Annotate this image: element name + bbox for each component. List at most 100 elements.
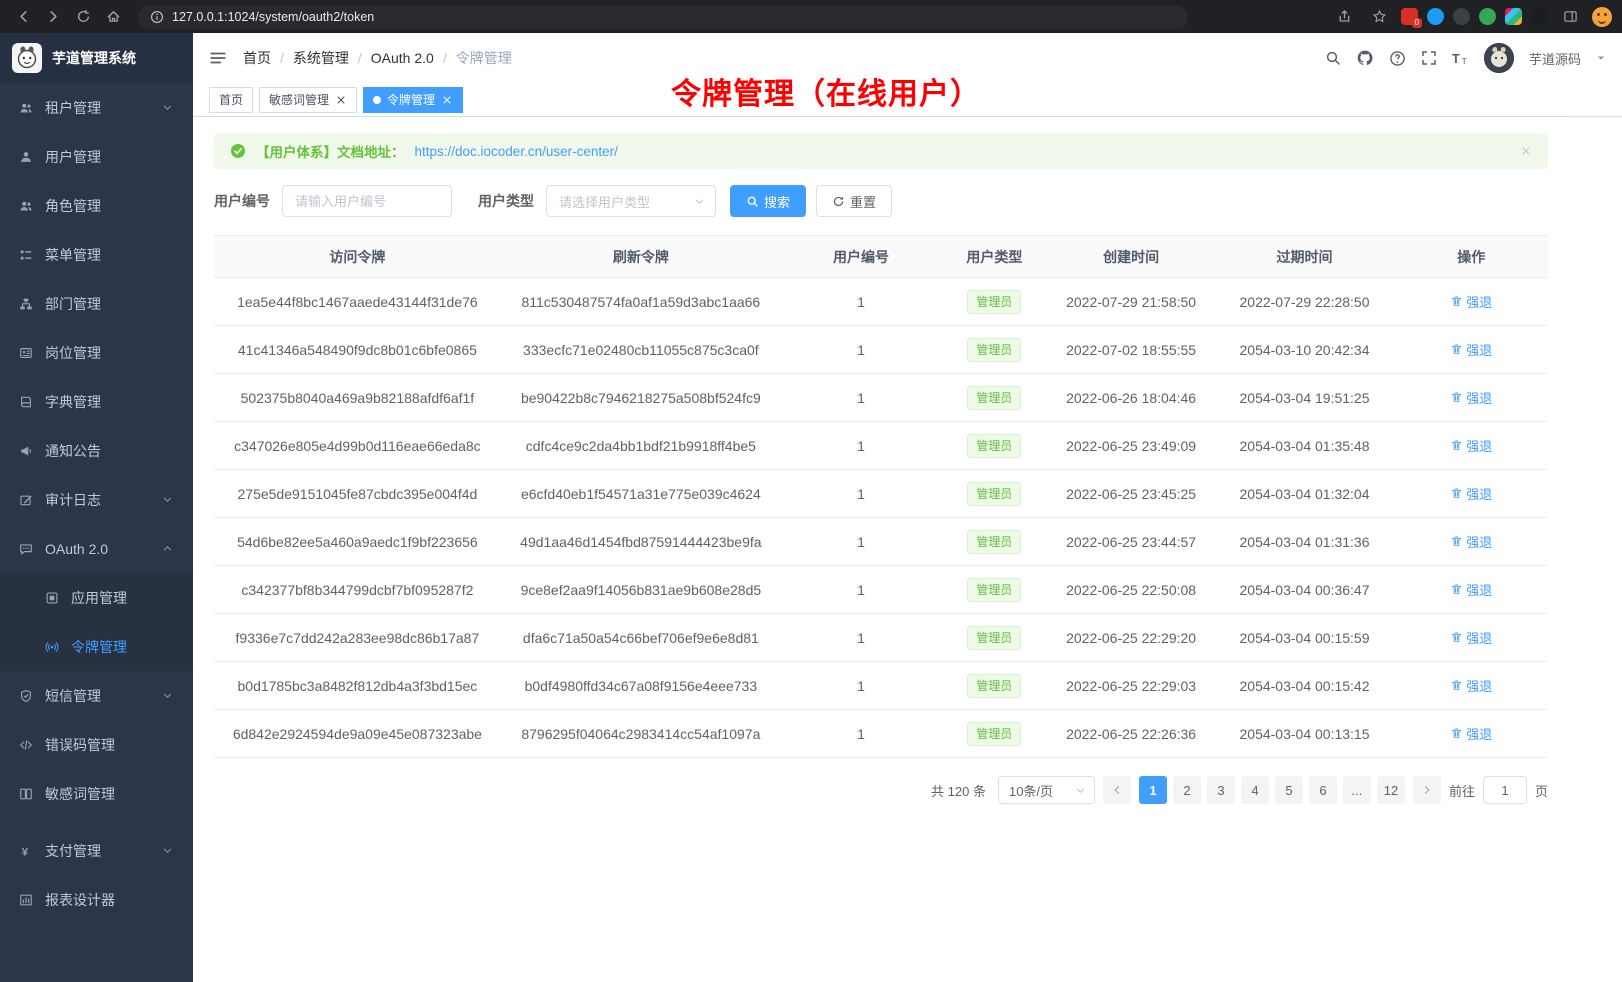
sidebar-item-menu[interactable]: 菜单管理 — [0, 230, 193, 279]
sidebar-item-oauth2-app[interactable]: 应用管理 — [0, 573, 193, 622]
force-logout-button[interactable]: 强退 — [1450, 580, 1492, 599]
extension-icon-black[interactable] — [1531, 8, 1548, 25]
doc-link[interactable]: https://doc.iocoder.cn/user-center/ — [415, 144, 618, 159]
doc-alert: 【用户体系】文档地址： https://doc.iocoder.cn/user-… — [214, 133, 1548, 169]
user-avatar[interactable] — [1484, 43, 1514, 73]
pagination: 共 120 条 10条/页 123456...12 前往 页 — [214, 776, 1548, 804]
force-logout-button[interactable]: 强退 — [1450, 724, 1492, 743]
forward-icon[interactable] — [40, 4, 66, 30]
side-panel-icon[interactable] — [1557, 4, 1583, 30]
edit-icon — [18, 493, 34, 507]
goto-page-input[interactable] — [1483, 776, 1527, 804]
extension-icon-blue[interactable] — [1427, 8, 1444, 25]
caret-down-icon[interactable] — [1596, 53, 1606, 63]
user-type-badge: 管理员 — [967, 722, 1021, 746]
tab-label: 敏感词管理 — [269, 91, 329, 108]
created-time-cell: 2022-06-26 18:04:46 — [1048, 374, 1215, 422]
app-icon — [44, 591, 60, 605]
tab-sensitive-word[interactable]: 敏感词管理 — [259, 87, 357, 113]
font-size-icon[interactable]: TT — [1452, 50, 1469, 67]
reload-icon[interactable] — [70, 4, 96, 30]
force-logout-button[interactable]: 强退 — [1450, 340, 1492, 359]
table-row: 41c41346a548490f9dc8b01c6bfe0865 333ecfc… — [214, 326, 1548, 374]
tab-close-icon[interactable] — [441, 94, 453, 106]
sidebar-item-oauth2[interactable]: OAuth 2.0 — [0, 524, 193, 573]
page-size-select[interactable]: 10条/页 — [998, 776, 1095, 804]
trash-icon — [1450, 631, 1463, 644]
refresh-token-cell: b0df4980ffd34c67a08f9156e4eee733 — [501, 662, 781, 710]
sidebar-item-role[interactable]: 角色管理 — [0, 181, 193, 230]
sidebar-item-dict[interactable]: 字典管理 — [0, 377, 193, 426]
page-button[interactable]: 5 — [1275, 776, 1303, 804]
sidebar-item-error-code[interactable]: 错误码管理 — [0, 720, 193, 769]
github-icon[interactable] — [1356, 49, 1374, 67]
tab-close-icon[interactable] — [335, 94, 347, 106]
reset-button[interactable]: 重置 — [816, 185, 892, 217]
sidebar-item-sms[interactable]: 短信管理 — [0, 671, 193, 720]
sidebar-item-oauth2-token[interactable]: 令牌管理 — [0, 622, 193, 671]
page-button[interactable]: 12 — [1377, 776, 1405, 804]
force-logout-button[interactable]: 强退 — [1450, 436, 1492, 455]
extension-icon-dark[interactable] — [1453, 8, 1470, 25]
sidebar-item-notice[interactable]: 通知公告 — [0, 426, 193, 475]
prev-page-button[interactable] — [1103, 776, 1131, 804]
address-bar[interactable]: 127.0.0.1:1024/system/oauth2/token — [138, 5, 1188, 29]
sidebar-item-user[interactable]: 用户管理 — [0, 132, 193, 181]
tab-token[interactable]: 令牌管理 — [363, 87, 463, 113]
sidebar-item-tenant[interactable]: 租户管理 — [0, 83, 193, 132]
sidebar-item-label: 应用管理 — [71, 588, 127, 608]
force-logout-button[interactable]: 强退 — [1450, 628, 1492, 647]
force-logout-button[interactable]: 强退 — [1450, 532, 1492, 551]
site-info-icon[interactable] — [150, 10, 164, 24]
help-icon[interactable] — [1389, 50, 1406, 67]
search-button[interactable]: 搜索 — [730, 185, 806, 217]
page-button[interactable]: 1 — [1139, 776, 1167, 804]
sidebar-item-dept[interactable]: 部门管理 — [0, 279, 193, 328]
trash-icon — [1450, 583, 1463, 596]
extension-icon-red[interactable]: 0 — [1401, 8, 1418, 25]
page-button[interactable]: 3 — [1207, 776, 1235, 804]
extension-icon-green[interactable] — [1479, 8, 1496, 25]
sidebar-item-pay[interactable]: ¥ 支付管理 — [0, 826, 193, 875]
search-icon[interactable] — [1325, 50, 1341, 66]
share-icon[interactable] — [1331, 4, 1357, 30]
force-logout-button[interactable]: 强退 — [1450, 484, 1492, 503]
force-logout-button[interactable]: 强退 — [1450, 388, 1492, 407]
bookmark-star-icon[interactable] — [1366, 4, 1392, 30]
extension-icon-multicolor[interactable] — [1505, 8, 1522, 25]
user-id-input[interactable] — [282, 185, 452, 217]
table-row: c347026e805e4d99b0d116eae66eda8c cdfc4ce… — [214, 422, 1548, 470]
sidebar-item-post[interactable]: 岗位管理 — [0, 328, 193, 377]
page-button[interactable]: 6 — [1309, 776, 1337, 804]
page-button[interactable]: 2 — [1173, 776, 1201, 804]
sidebar-item-report-designer[interactable]: 报表设计器 — [0, 875, 193, 924]
user-name[interactable]: 芋道源码 — [1529, 49, 1581, 68]
home-icon[interactable] — [100, 4, 126, 30]
alert-close-icon[interactable] — [1520, 145, 1532, 157]
user-type-badge: 管理员 — [967, 674, 1021, 698]
force-logout-button[interactable]: 强退 — [1450, 676, 1492, 695]
back-icon[interactable] — [10, 4, 36, 30]
breadcrumb-item[interactable]: OAuth 2.0 — [371, 50, 434, 66]
tab-home[interactable]: 首页 — [209, 87, 253, 113]
report-icon — [18, 893, 34, 907]
page-button[interactable]: 4 — [1241, 776, 1269, 804]
trash-icon — [1450, 295, 1463, 308]
sidebar-item-sensitive-word[interactable]: 敏感词管理 — [0, 769, 193, 818]
sidebar-collapse-icon[interactable] — [209, 49, 227, 67]
force-logout-button[interactable]: 强退 — [1450, 292, 1492, 311]
more-pages-button[interactable]: ... — [1343, 776, 1371, 804]
user-type-select[interactable]: 请选择用户类型 — [546, 185, 716, 217]
breadcrumb-item[interactable]: 系统管理 — [293, 48, 349, 68]
breadcrumb-item[interactable]: 令牌管理 — [456, 48, 512, 68]
user-type-cell: 管理员 — [941, 518, 1048, 566]
expire-time-cell: 2054-03-04 01:32:04 — [1214, 470, 1394, 518]
user-id-cell: 1 — [781, 422, 941, 470]
user-type-badge: 管理员 — [967, 434, 1021, 458]
fullscreen-icon[interactable] — [1421, 50, 1437, 66]
next-page-button[interactable] — [1413, 776, 1441, 804]
trash-icon — [1450, 391, 1463, 404]
browser-profile-avatar[interactable] — [1592, 7, 1612, 27]
sidebar-item-audit-log[interactable]: 审计日志 — [0, 475, 193, 524]
breadcrumb-item[interactable]: 首页 — [243, 48, 271, 68]
